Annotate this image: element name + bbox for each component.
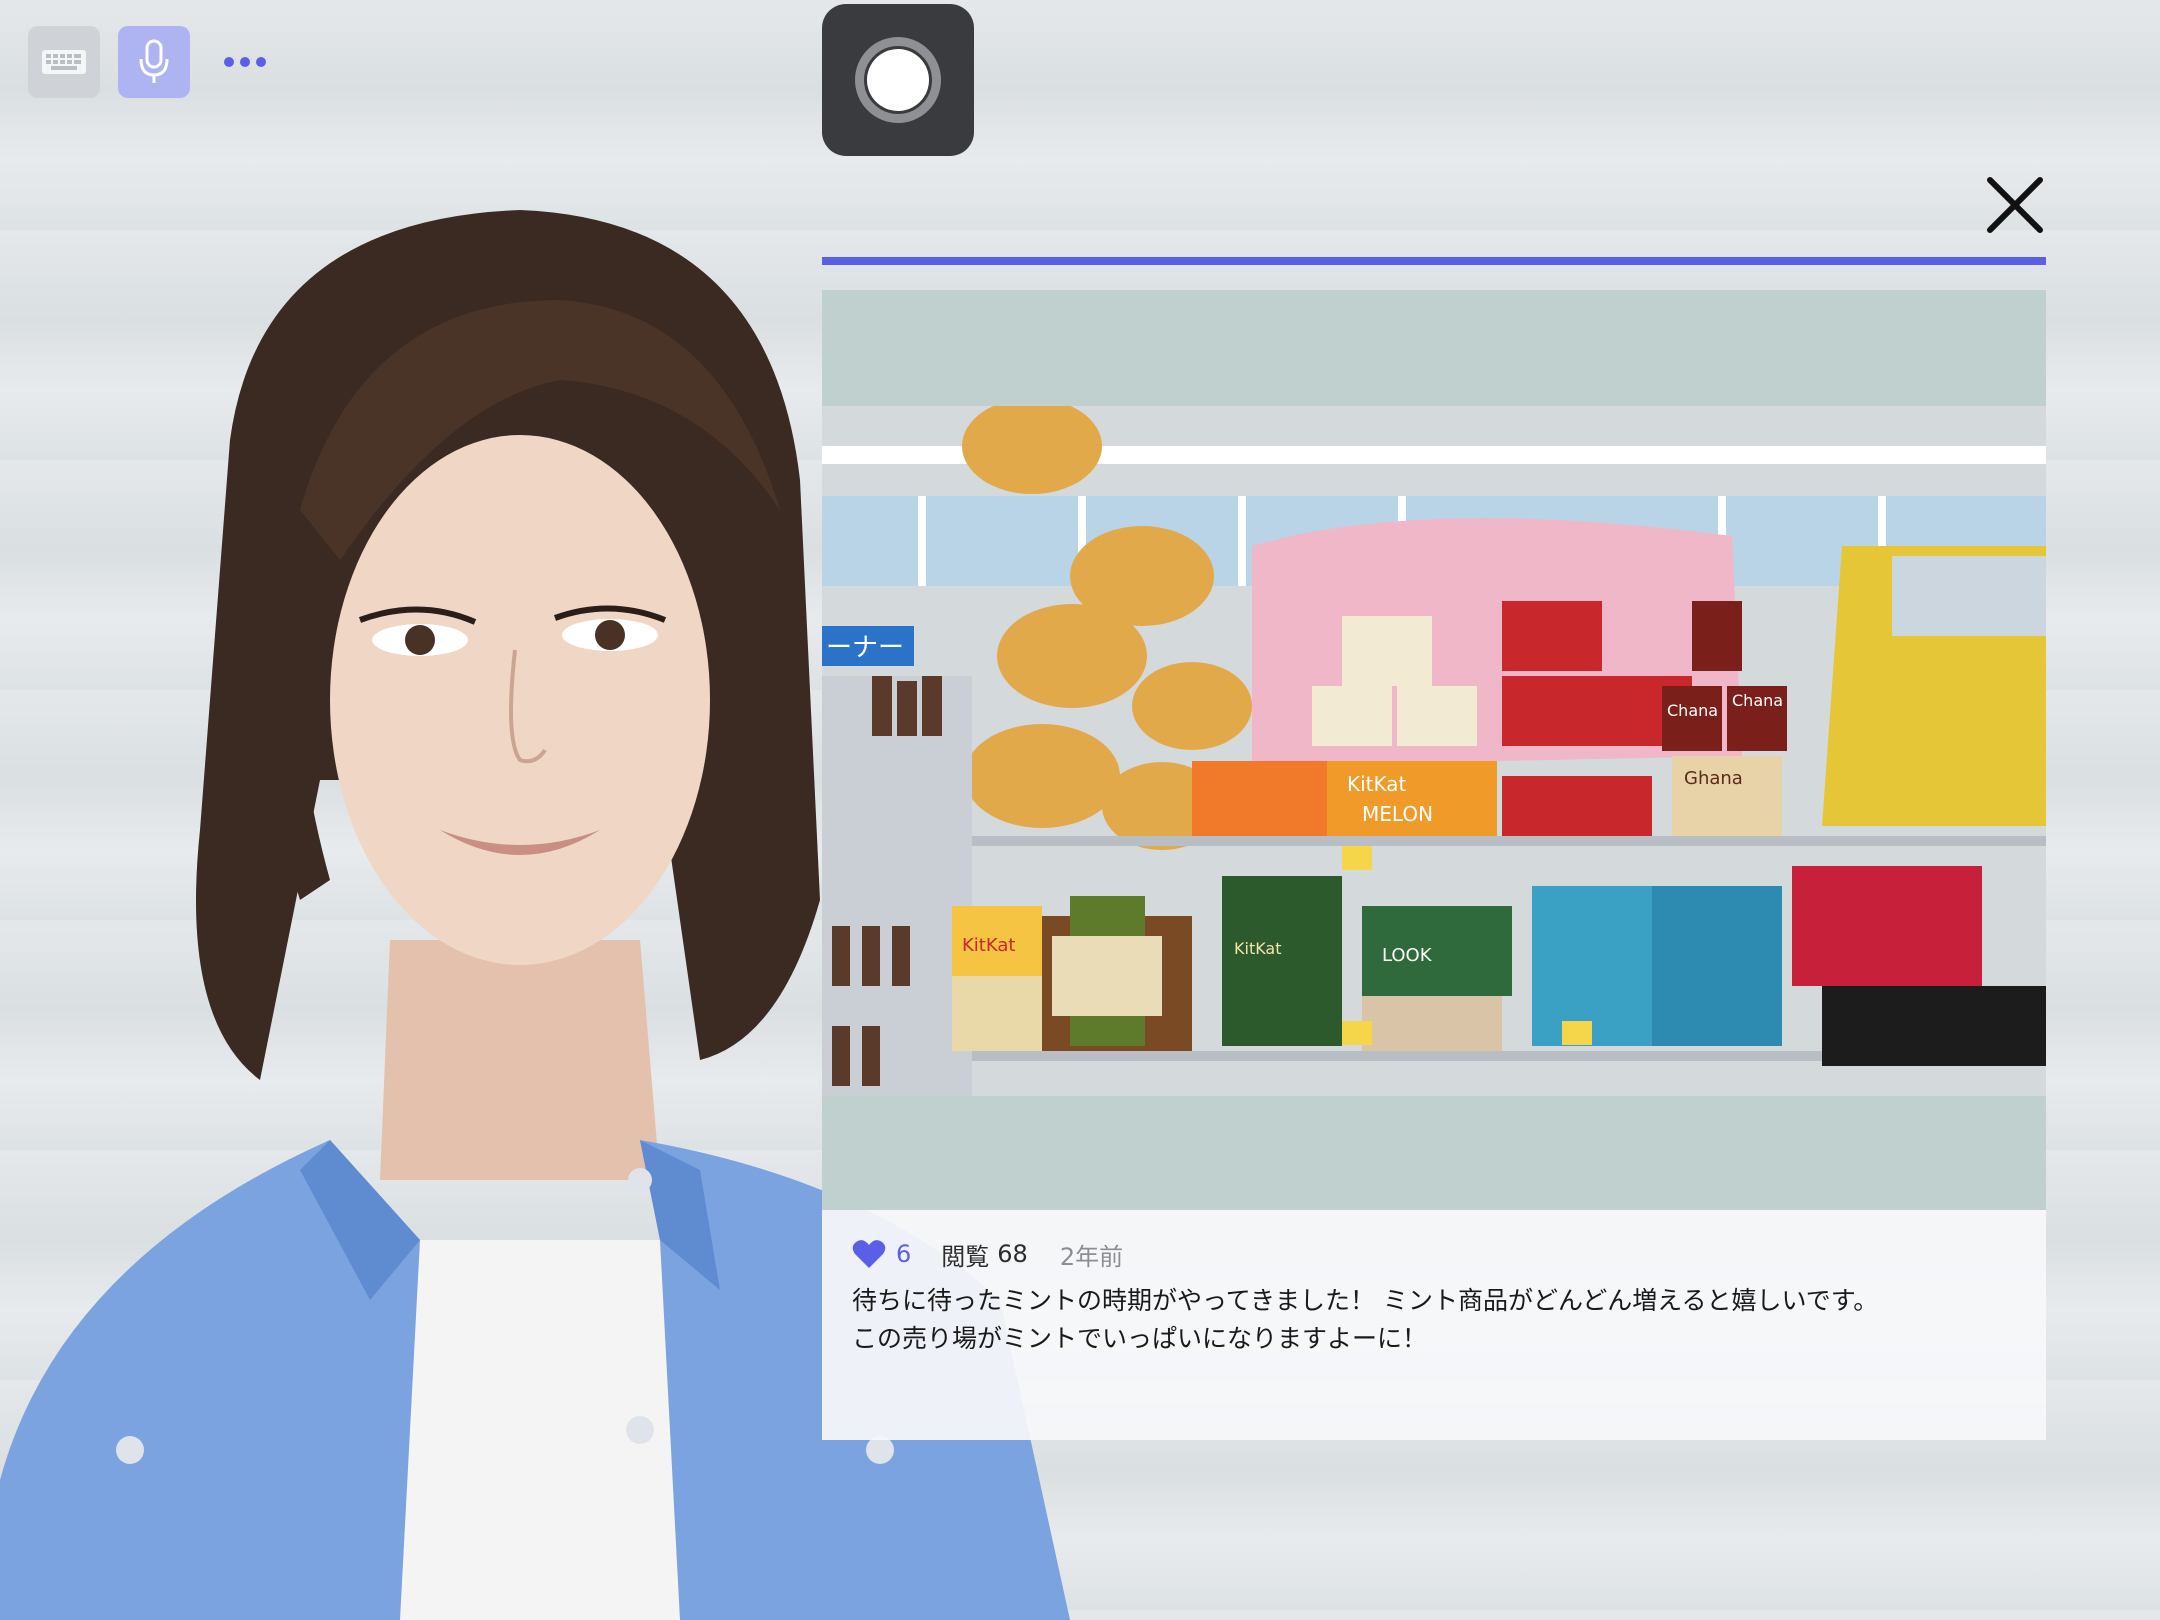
microphone-icon <box>139 39 169 83</box>
photo-label-2: Ghana <box>1684 768 1743 789</box>
views-count: 68 <box>997 1240 1028 1268</box>
photo-frame: ーナー Chana Chana Ghana KitKat MELON KitKa… <box>822 290 2046 1210</box>
post-text-line2: この売り場がミントでいっぱいになりますよーに！ <box>852 1324 1428 1353</box>
post-card: ーナー Chana Chana Ghana KitKat MELON KitKa… <box>822 290 2046 1440</box>
keyboard-button[interactable] <box>28 26 100 98</box>
views-label: 閲覧 <box>941 1242 990 1271</box>
heart-icon[interactable] <box>852 1239 886 1269</box>
post-time: 2年前 <box>1059 1242 1124 1271</box>
store-sign: ーナー <box>826 633 904 663</box>
photo-label-5: KitKat <box>1234 939 1282 958</box>
photo-label-1: Chana <box>1667 701 1718 720</box>
photo-label-0: Chana <box>1732 691 1783 710</box>
record-button[interactable] <box>822 4 974 156</box>
post-text: 待ちに待ったミントの時期がやってきました！ ミント商品がどんどん増えると嬉しいで… <box>852 1282 2012 1358</box>
photo-label-6: MELON <box>1362 802 1433 826</box>
more-dots-icon <box>221 57 269 67</box>
post-info: 6 閲覧 68 2年前 待ちに待ったミントの時期がやってきました！ ミント商品が… <box>822 1210 2046 1440</box>
post-text-line1: 待ちに待ったミントの時期がやってきました！ ミント商品がどんどん増えると嬉しいで… <box>852 1286 1879 1315</box>
photo-label-7: LOOK <box>1382 945 1433 966</box>
photo-label-4: KitKat <box>962 935 1015 956</box>
keyboard-icon <box>42 50 86 74</box>
close-icon <box>1987 177 2043 233</box>
post-photo[interactable]: ーナー Chana Chana Ghana KitKat MELON KitKa… <box>822 406 2046 1096</box>
more-button[interactable] <box>212 26 278 98</box>
like-count: 6 <box>896 1240 912 1268</box>
microphone-button[interactable] <box>118 26 190 98</box>
close-button[interactable] <box>1982 172 2048 238</box>
record-icon <box>855 37 941 123</box>
photo-label-3: KitKat <box>1347 772 1407 796</box>
post-meta: 6 閲覧 68 2年前 <box>852 1234 1123 1274</box>
